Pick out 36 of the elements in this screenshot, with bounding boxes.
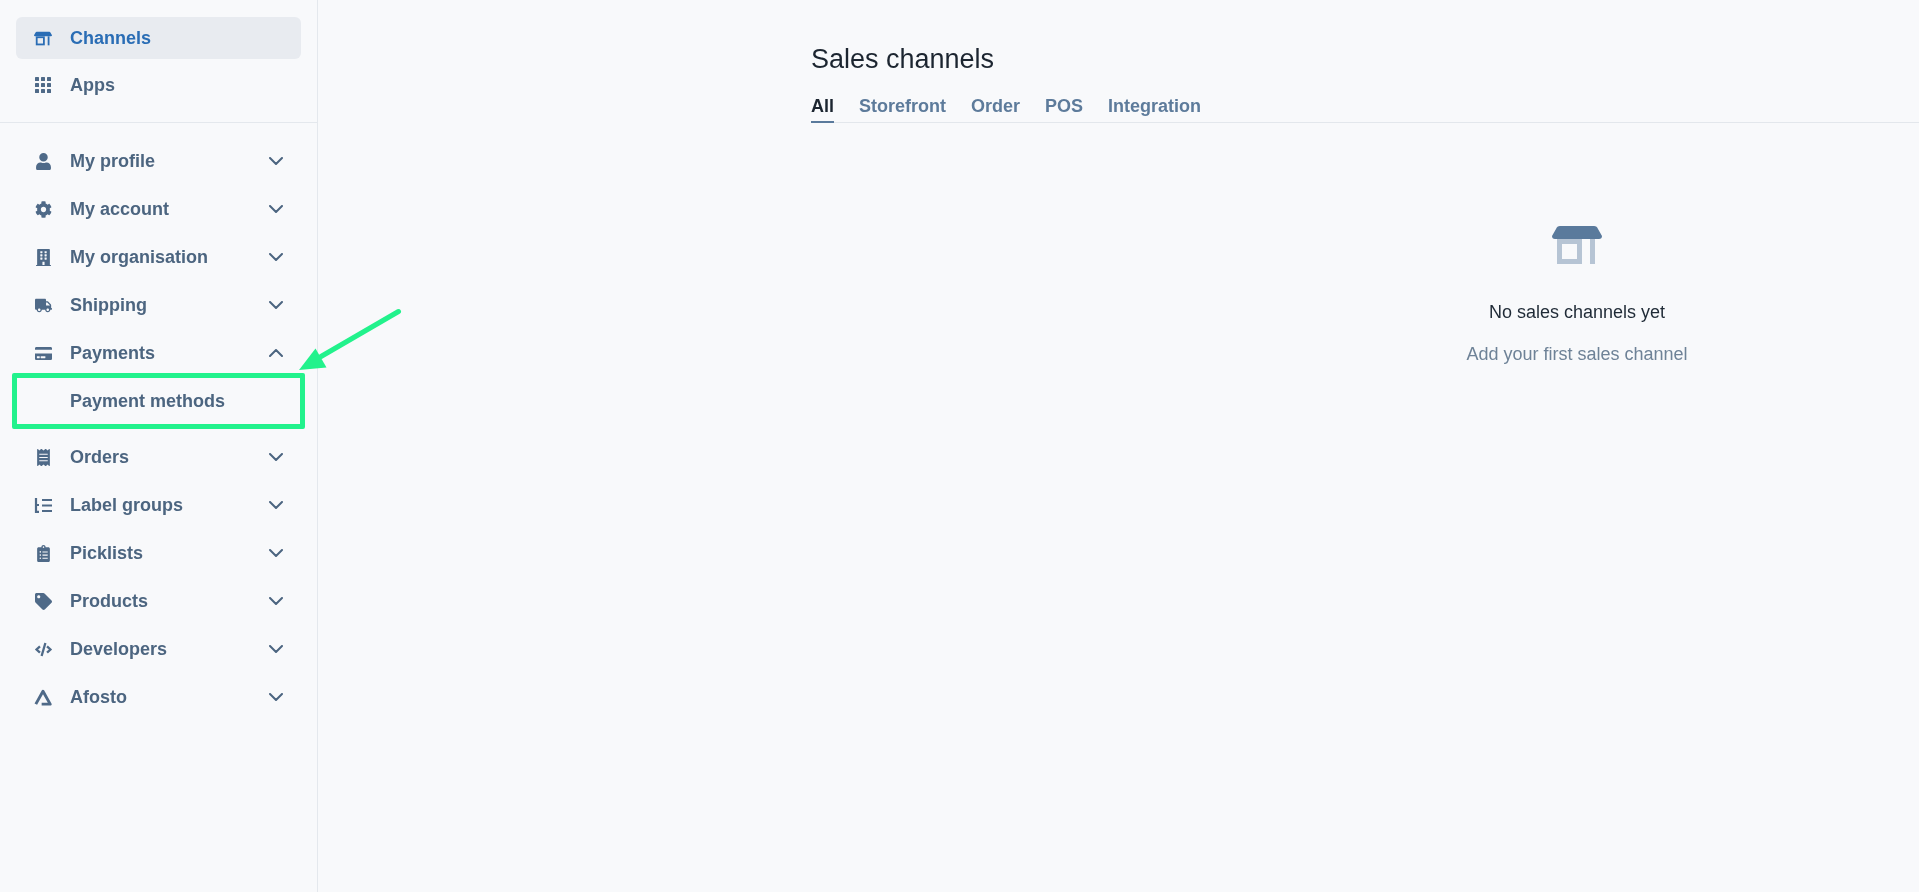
triangle-logo-icon — [34, 688, 52, 706]
receipt-icon — [34, 448, 52, 466]
sidebar-item[interactable]: Products — [16, 581, 301, 621]
sidebar-item[interactable]: Afosto — [16, 677, 301, 717]
sidebar-item[interactable]: Orders — [16, 437, 301, 477]
list-icon — [34, 497, 52, 513]
sidebar-item[interactable]: Label groups — [16, 485, 301, 525]
store-icon — [1552, 226, 1602, 264]
sidebar-item[interactable]: My organisation — [16, 237, 301, 277]
empty-state-title: No sales channels yet — [1488, 301, 1666, 323]
sidebar-item[interactable]: Developers — [16, 629, 301, 669]
store-icon — [34, 30, 52, 46]
credit-card-icon — [34, 344, 52, 362]
tab[interactable]: Order — [971, 95, 1021, 123]
sidebar-item[interactable]: Shipping — [16, 285, 301, 325]
empty-state-message: Add your first sales channel — [1466, 343, 1688, 365]
sidebar-item[interactable]: Picklists — [16, 533, 301, 573]
tab[interactable]: All — [811, 95, 834, 123]
sidebar-item[interactable]: My profile — [16, 141, 301, 181]
sidebar-item[interactable]: Channels — [16, 17, 301, 59]
tag-icon — [34, 592, 52, 610]
grid-icon — [35, 77, 51, 93]
code-icon — [34, 640, 52, 658]
sidebar-item[interactable]: Payments — [16, 333, 301, 373]
sidebar-subitem[interactable]: Payment methods — [17, 378, 300, 424]
sidebar-item[interactable]: My account — [16, 189, 301, 229]
tab[interactable]: Integration — [1108, 95, 1202, 123]
clipboard-icon — [34, 544, 52, 562]
page-title: Sales channels — [811, 43, 995, 75]
building-icon — [34, 248, 52, 266]
sidebar-item[interactable]: Apps — [16, 64, 301, 106]
settings-icon — [34, 200, 52, 218]
user-icon — [34, 152, 52, 170]
truck-icon — [34, 296, 52, 314]
tab[interactable]: Storefront — [859, 95, 946, 123]
tab[interactable]: POS — [1045, 95, 1084, 123]
